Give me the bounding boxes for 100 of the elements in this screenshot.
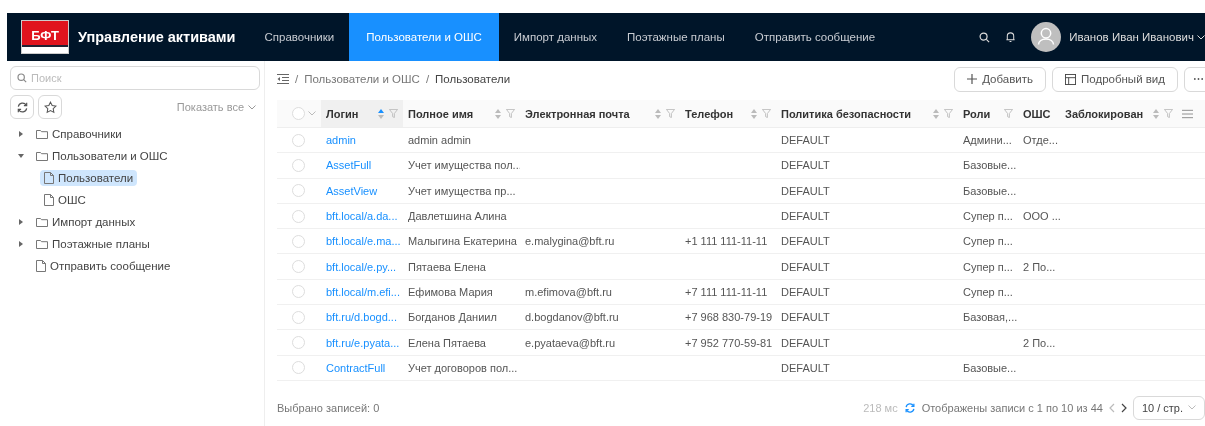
- previous-page-icon[interactable]: [1108, 402, 1115, 413]
- row-radio[interactable]: [292, 133, 305, 147]
- table-cell: e.pyataeva@bft.ru: [525, 336, 616, 349]
- row-radio[interactable]: [292, 209, 305, 223]
- caret-down-icon[interactable]: [18, 153, 24, 159]
- filter-icon[interactable]: [1004, 109, 1013, 118]
- table-cell: DEFAULT: [781, 361, 830, 374]
- folder-icon: [36, 151, 48, 161]
- filter-icon[interactable]: [944, 109, 953, 118]
- tree-item[interactable]: ОШС: [40, 192, 90, 208]
- select-all-checkbox[interactable]: [292, 107, 305, 120]
- timing-text: 218 мс: [863, 401, 898, 414]
- table-cell: Ефимова Мария: [408, 285, 493, 298]
- row-radio[interactable]: [292, 310, 305, 324]
- nav-tab[interactable]: Импорт данных: [498, 13, 613, 61]
- filter-icon[interactable]: [506, 109, 515, 118]
- row-radio[interactable]: [292, 158, 305, 172]
- column-header[interactable]: ОШС: [1018, 100, 1060, 127]
- tree-item[interactable]: Пользователи и ОШС: [32, 148, 172, 164]
- tree-item[interactable]: Отправить сообщение: [32, 258, 175, 274]
- bell-icon[interactable]: [1005, 31, 1017, 43]
- next-page-icon[interactable]: [1120, 402, 1127, 413]
- table-cell: Базовые...: [963, 159, 1017, 172]
- nav-tab[interactable]: Отправить сообщение: [739, 13, 891, 61]
- page-size-select[interactable]: 10 / стр.: [1132, 395, 1205, 420]
- column-header[interactable]: Полное имя: [403, 100, 520, 127]
- table-cell: +7 111 111-11-11: [685, 285, 768, 298]
- chevron-down-icon: [1188, 405, 1196, 411]
- column-header[interactable]: Электронная почта: [520, 100, 680, 127]
- row-radio[interactable]: [292, 184, 305, 198]
- app-title: Управление активами: [78, 29, 236, 45]
- avatar-icon[interactable]: [1031, 22, 1062, 52]
- refresh-icon: [15, 100, 29, 114]
- sort-icon[interactable]: [1153, 108, 1159, 119]
- row-radio[interactable]: [292, 285, 305, 299]
- sort-icon[interactable]: [378, 108, 384, 119]
- filter-icon[interactable]: [1164, 109, 1173, 118]
- table-cell: Супер п...: [963, 260, 1013, 273]
- tree-item[interactable]: Поэтажные планы: [32, 236, 154, 252]
- row-radio[interactable]: [292, 260, 305, 274]
- collapse-menu-icon[interactable]: [277, 74, 289, 84]
- table-cell: admin admin: [408, 134, 471, 147]
- document-icon: [44, 194, 54, 206]
- detail-view-button[interactable]: Подробный вид: [1052, 66, 1178, 92]
- column-header[interactable]: Роли: [958, 100, 1018, 127]
- tree-item[interactable]: Импорт данных: [32, 214, 140, 230]
- column-header[interactable]: Заблокирован: [1060, 100, 1178, 127]
- sort-icon[interactable]: [495, 108, 501, 119]
- caret-right-icon[interactable]: [18, 131, 24, 137]
- layout-icon: [1065, 73, 1076, 85]
- row-radio[interactable]: [292, 234, 305, 248]
- table-cell: DEFAULT: [781, 260, 830, 273]
- table-cell: Богданов Даниил: [408, 311, 497, 324]
- favorite-button[interactable]: [38, 95, 62, 119]
- add-button[interactable]: Добавить: [954, 66, 1046, 92]
- table-cell: Базовая,...: [963, 311, 1018, 324]
- filter-icon[interactable]: [389, 109, 398, 118]
- selected-count: Выбрано записей: 0: [277, 401, 380, 414]
- table-cell: Давлетшина Алина: [408, 210, 507, 223]
- breadcrumb-separator: /: [295, 73, 299, 85]
- search-field[interactable]: Поиск: [10, 66, 260, 90]
- table-cell: Малыгина Екатерина: [408, 235, 517, 248]
- table-cell: Базовые...: [963, 361, 1017, 374]
- refresh-icon[interactable]: [903, 401, 916, 414]
- row-radio[interactable]: [292, 361, 305, 375]
- caret-right-icon[interactable]: [18, 241, 24, 247]
- row-radio[interactable]: [292, 336, 305, 349]
- sort-icon[interactable]: [655, 108, 661, 119]
- document-icon: [36, 260, 46, 272]
- table-cell: DEFAULT: [781, 159, 830, 172]
- folder-icon: [36, 217, 48, 227]
- table-cell: Админи...: [963, 134, 1012, 147]
- column-header[interactable]: Политика безопасности: [776, 100, 958, 127]
- breadcrumb-item[interactable]: Пользователи и ОШС: [304, 73, 420, 85]
- column-header[interactable]: Логин: [321, 100, 403, 127]
- sort-icon[interactable]: [751, 108, 757, 119]
- star-icon: [43, 100, 57, 114]
- filter-icon[interactable]: [762, 109, 771, 118]
- table-cell: Учет имущества пол...: [408, 159, 520, 172]
- table-cell: Базовые...: [963, 184, 1017, 197]
- search-icon[interactable]: [979, 31, 991, 43]
- caret-right-icon[interactable]: [18, 219, 24, 225]
- table-cell: DEFAULT: [781, 184, 830, 197]
- more-button[interactable]: [1184, 66, 1205, 92]
- table-cell: d.bogdanov@bft.ru: [525, 311, 619, 324]
- column-header[interactable]: Телефон: [680, 100, 776, 127]
- table-cell: +7 952 770-59-81: [685, 336, 773, 349]
- user-menu[interactable]: Иванов Иван Иванович: [1069, 31, 1194, 43]
- table-cell: Елена Пятаева: [408, 336, 486, 349]
- tree-item[interactable]: Справочники: [32, 126, 126, 142]
- column-settings-icon[interactable]: [1182, 108, 1193, 119]
- table-cell: Учет имущества пр...: [408, 184, 516, 197]
- nav-tab[interactable]: Поэтажные планы: [612, 13, 740, 61]
- ellipsis-icon: [1193, 77, 1204, 81]
- refresh-button[interactable]: [10, 95, 34, 119]
- filter-icon[interactable]: [666, 109, 675, 118]
- tree-item[interactable]: Пользователи: [40, 170, 138, 186]
- nav-tab[interactable]: Справочники: [249, 13, 350, 61]
- sort-icon[interactable]: [933, 108, 939, 119]
- table-cell: ООО ...: [1023, 210, 1060, 223]
